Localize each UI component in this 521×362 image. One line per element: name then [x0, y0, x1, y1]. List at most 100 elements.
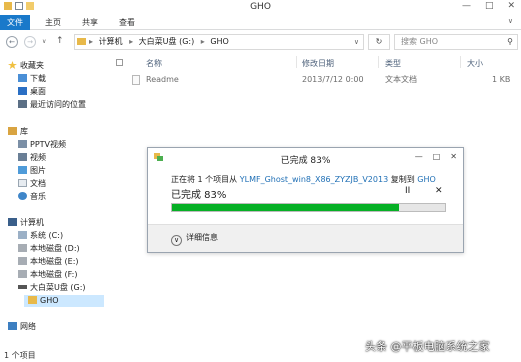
- breadcrumb-gho[interactable]: GHO: [210, 37, 229, 46]
- music-icon: [18, 192, 27, 200]
- watermark: 头条 @平板电脑系统之家: [365, 340, 490, 353]
- address-dropdown-icon[interactable]: ∨: [354, 35, 359, 49]
- file-name: Readme: [146, 75, 179, 84]
- dialog-window-controls: — □ ✕: [415, 152, 457, 161]
- sidebar-item-drive-c[interactable]: 系统 (C:): [18, 230, 63, 242]
- sidebar-item-music[interactable]: 音乐: [18, 191, 46, 203]
- copy-progress-dialog: 已完成 83% — □ ✕ 正在将 1 个项目从 YLMF_Ghost_win8…: [147, 147, 464, 253]
- column-header-modified[interactable]: 修改日期: [302, 58, 334, 69]
- window-title: GHO: [250, 2, 271, 12]
- system-drive-icon: [18, 231, 27, 239]
- folder-icon: [77, 38, 86, 45]
- progress-bar-fill: [172, 204, 399, 211]
- file-type: 文本文档: [385, 75, 417, 84]
- sidebar-libraries[interactable]: 库: [8, 126, 28, 138]
- download-icon: [18, 74, 27, 82]
- window-controls: — □ ✕: [462, 1, 515, 11]
- document-icon: [18, 179, 27, 187]
- tab-home[interactable]: 主页: [45, 16, 61, 30]
- picture-icon: [18, 166, 27, 174]
- hard-drive-icon: [18, 257, 27, 265]
- sidebar-item-pptv[interactable]: PPTV视频: [18, 139, 66, 151]
- minimize-button[interactable]: —: [462, 1, 471, 11]
- maximize-button[interactable]: □: [485, 1, 494, 11]
- ribbon-tabs: 文件 主页 共享 查看 ∨: [0, 14, 521, 30]
- dialog-close-button[interactable]: ✕: [450, 152, 457, 161]
- history-dropdown[interactable]: ∨: [42, 38, 46, 45]
- address-bar[interactable]: ▸ 计算机 ▸ 大白菜U盘 (G:) ▸ GHO ∨: [74, 34, 364, 50]
- sidebar-item-gho[interactable]: GHO: [24, 295, 104, 307]
- star-icon: [8, 61, 17, 69]
- column-divider[interactable]: [296, 56, 297, 68]
- progress-text: 已完成 83%: [171, 190, 227, 201]
- tab-share[interactable]: 共享: [82, 16, 98, 30]
- folder-icon: [28, 296, 37, 304]
- sidebar-item-drive-f[interactable]: 本地磁盘 (F:): [18, 269, 77, 281]
- dialog-title-bar: 已完成 83% — □ ✕: [148, 148, 463, 168]
- tab-view[interactable]: 查看: [119, 16, 135, 30]
- source-link[interactable]: YLMF_Ghost_win8_X86_ZYZJB_V2013: [240, 175, 388, 184]
- dialog-footer: ∨ 详细信息: [148, 224, 463, 252]
- desktop-icon: [18, 87, 27, 95]
- text-file-icon: [132, 75, 140, 85]
- dialog-minimize-button[interactable]: —: [415, 152, 423, 161]
- forward-button[interactable]: →: [24, 36, 36, 48]
- computer-icon: [8, 218, 17, 226]
- title-bar: GHO — □ ✕: [0, 0, 521, 14]
- sidebar-item-videos[interactable]: 视频: [18, 152, 46, 164]
- back-button[interactable]: ←: [6, 36, 18, 48]
- sidebar-item-pictures[interactable]: 图片: [18, 165, 46, 177]
- breadcrumb-usb-drive[interactable]: 大白菜U盘 (G:): [139, 37, 195, 46]
- cancel-copy-button[interactable]: ✕: [435, 186, 443, 196]
- column-divider[interactable]: [378, 56, 379, 68]
- sidebar-item-drive-g[interactable]: 大白菜U盘 (G:): [18, 282, 86, 294]
- up-button[interactable]: ↑: [56, 36, 64, 46]
- destination-link[interactable]: GHO: [417, 175, 436, 184]
- network-icon: [8, 322, 17, 330]
- breadcrumb-separator: ▸: [200, 37, 205, 46]
- pause-button[interactable]: II: [405, 186, 410, 196]
- recent-places-icon: [18, 100, 27, 108]
- breadcrumb-separator: ▸: [129, 37, 134, 46]
- close-button[interactable]: ✕: [507, 1, 515, 11]
- usb-drive-icon: [18, 285, 27, 289]
- sidebar-network[interactable]: 网络: [8, 321, 36, 333]
- select-all-checkbox[interactable]: [116, 59, 123, 66]
- sidebar-item-desktop[interactable]: 桌面: [18, 86, 46, 98]
- column-header-type[interactable]: 类型: [385, 58, 401, 69]
- search-placeholder: 搜索 GHO: [401, 37, 439, 46]
- navigation-bar: ← → ∨ ↑ ▸ 计算机 ▸ 大白菜U盘 (G:) ▸ GHO ∨ ↻ 搜索 …: [0, 31, 521, 53]
- more-details-toggle[interactable]: ∨ 详细信息: [171, 232, 218, 246]
- tab-file[interactable]: 文件: [0, 15, 30, 30]
- column-header-name[interactable]: 名称: [146, 58, 162, 69]
- table-row[interactable]: Readme 2013/7/12 0:00 文本文档 1 KB: [130, 74, 520, 86]
- sidebar-favorites[interactable]: 收藏夹: [8, 60, 44, 72]
- video-library-icon: [18, 140, 27, 148]
- sidebar-item-documents[interactable]: 文档: [18, 178, 46, 190]
- progress-bar: [171, 203, 446, 212]
- column-divider[interactable]: [460, 56, 461, 68]
- sidebar-item-downloads[interactable]: 下载: [18, 73, 46, 85]
- status-item-count: 1 个项目: [4, 351, 36, 360]
- library-icon: [8, 127, 17, 135]
- column-header-size[interactable]: 大小: [467, 58, 483, 69]
- search-input[interactable]: 搜索 GHO ⚲: [394, 34, 518, 50]
- hard-drive-icon: [18, 270, 27, 278]
- dialog-maximize-button[interactable]: □: [433, 152, 441, 161]
- chevron-down-icon[interactable]: ∨: [508, 17, 513, 25]
- search-icon[interactable]: ⚲: [507, 35, 513, 49]
- sidebar-item-drive-e[interactable]: 本地磁盘 (E:): [18, 256, 79, 268]
- video-icon: [18, 153, 27, 161]
- copy-description: 正在将 1 个项目从 YLMF_Ghost_win8_X86_ZYZJB_V20…: [171, 175, 436, 184]
- chevron-down-icon: ∨: [171, 235, 182, 246]
- breadcrumb-computer[interactable]: 计算机: [99, 37, 123, 46]
- breadcrumb-separator: ▸: [89, 37, 94, 46]
- hard-drive-icon: [18, 244, 27, 252]
- sidebar-item-recent[interactable]: 最近访问的位置: [18, 99, 86, 111]
- sidebar-computer[interactable]: 计算机: [8, 217, 44, 229]
- file-modified: 2013/7/12 0:00: [302, 75, 364, 84]
- sidebar-item-drive-d[interactable]: 本地磁盘 (D:): [18, 243, 80, 255]
- file-size: 1 KB: [492, 75, 511, 84]
- refresh-button[interactable]: ↻: [368, 34, 390, 50]
- navigation-pane: 收藏夹 下载 桌面 最近访问的位置 库 PPTV视频 视频 图片 文档 音乐 计…: [0, 54, 110, 348]
